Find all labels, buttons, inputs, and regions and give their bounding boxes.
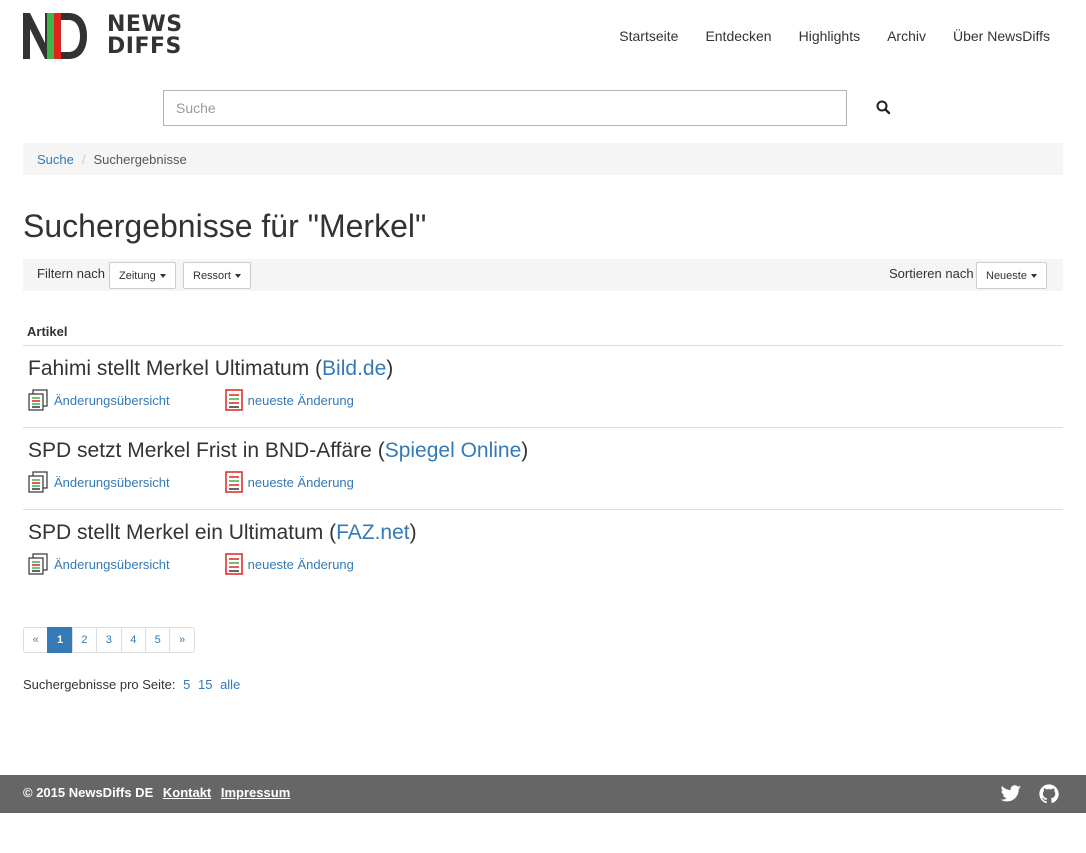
article-title: SPD stellt Merkel ein Ultimatum (FAZ.net… xyxy=(28,521,417,544)
change-overview-link[interactable]: Änderungsübersicht xyxy=(28,389,170,411)
caret-down-icon xyxy=(234,273,241,278)
nav-highlights[interactable]: Highlights xyxy=(799,28,860,44)
breadcrumb-suche[interactable]: Suche xyxy=(37,152,74,167)
article-source-link[interactable]: FAZ.net xyxy=(336,521,410,544)
sort-dropdown[interactable]: Neueste xyxy=(976,262,1047,289)
logo-text-diffs: DIFFS xyxy=(107,34,182,59)
pagination-prev[interactable]: « xyxy=(23,627,49,653)
caret-down-icon xyxy=(1030,273,1037,278)
documents-stack-icon xyxy=(28,389,48,411)
latest-change-link[interactable]: neueste Änderung xyxy=(224,471,354,493)
main-nav: Startseite Entdecken Highlights Archiv Ü… xyxy=(592,28,1050,44)
twitter-icon[interactable] xyxy=(1000,783,1022,805)
footer-link-impressum[interactable]: Impressum xyxy=(221,785,290,800)
search-input[interactable] xyxy=(163,90,847,126)
latest-change-link[interactable]: neueste Änderung xyxy=(224,553,354,575)
article-links: Änderungsübersicht neueste Änderung xyxy=(28,471,354,493)
logo-wordmark: NEWS DIFFS xyxy=(107,14,183,58)
nav-ueber-newsdiffs[interactable]: Über NewsDiffs xyxy=(953,28,1050,44)
article-title: Fahimi stellt Merkel Ultimatum (Bild.de) xyxy=(28,357,394,380)
newspaper-filter-dropdown[interactable]: Zeitung xyxy=(109,262,176,289)
search-icon[interactable] xyxy=(874,98,894,118)
document-red-icon xyxy=(224,471,243,493)
github-icon[interactable] xyxy=(1038,783,1060,805)
section-filter-label: Ressort xyxy=(193,269,231,282)
document-red-icon xyxy=(224,553,243,575)
nav-startseite[interactable]: Startseite xyxy=(619,28,678,44)
article-links: Änderungsübersicht neueste Änderung xyxy=(28,389,354,411)
latest-change-link[interactable]: neueste Änderung xyxy=(224,389,354,411)
row-divider xyxy=(23,427,1063,428)
pagination-page-4[interactable]: 4 xyxy=(120,627,146,653)
pagination-page-5[interactable]: 5 xyxy=(144,627,171,653)
change-overview-link[interactable]: Änderungsübersicht xyxy=(28,553,170,575)
article-title-text: Fahimi stellt Merkel Ultimatum xyxy=(28,357,310,380)
change-overview-label: Änderungsübersicht xyxy=(54,474,170,490)
pagination-next[interactable]: » xyxy=(169,627,195,653)
filter-bar: Filtern nach Zeitung Ressort Sortieren n… xyxy=(23,259,1063,291)
change-overview-label: Änderungsübersicht xyxy=(54,392,170,408)
results-per-page: Suchergebnisse pro Seite: 5 15 alle xyxy=(23,677,240,692)
pagination: « 1 2 3 4 5 » xyxy=(23,627,195,653)
caret-down-icon xyxy=(159,273,166,278)
per-page-option-alle[interactable]: alle xyxy=(220,677,240,692)
site-logo[interactable]: NEWS DIFFS xyxy=(23,13,183,59)
nav-entdecken[interactable]: Entdecken xyxy=(705,28,771,44)
sort-label: Sortieren nach xyxy=(889,266,974,281)
change-overview-label: Änderungsübersicht xyxy=(54,556,170,572)
header-divider xyxy=(23,345,1063,346)
documents-stack-icon xyxy=(28,553,48,575)
footer-copyright: © 2015 NewsDiffs DE Kontakt Impressum xyxy=(23,785,290,800)
per-page-option-5[interactable]: 5 xyxy=(183,677,190,692)
footer-link-kontakt[interactable]: Kontakt xyxy=(163,785,211,800)
pagination-page-3[interactable]: 3 xyxy=(96,627,122,653)
document-red-icon xyxy=(224,389,243,411)
row-divider xyxy=(23,509,1063,510)
article-source-link[interactable]: Spiegel Online xyxy=(385,439,522,462)
breadcrumb: Suche / Suchergebnisse xyxy=(23,143,1063,175)
breadcrumb-current: Suchergebnisse xyxy=(93,151,187,167)
column-header-artikel: Artikel xyxy=(27,324,68,339)
copyright-text: © 2015 NewsDiffs DE xyxy=(23,785,154,800)
latest-change-label: neueste Änderung xyxy=(247,392,354,408)
footer: © 2015 NewsDiffs DE Kontakt Impressum xyxy=(0,775,1086,813)
filter-label: Filtern nach xyxy=(37,266,105,281)
newsdiffs-logo-icon xyxy=(23,13,87,59)
section-filter-dropdown[interactable]: Ressort xyxy=(183,262,251,289)
article-title-text: SPD stellt Merkel ein Ultimatum xyxy=(28,521,324,544)
latest-change-label: neueste Änderung xyxy=(247,474,354,490)
article-source-link[interactable]: Bild.de xyxy=(322,357,386,380)
per-page-option-15[interactable]: 15 xyxy=(198,677,212,692)
documents-stack-icon xyxy=(28,471,48,493)
per-page-label: Suchergebnisse pro Seite: xyxy=(23,677,176,692)
page-title: Suchergebnisse für "Merkel" xyxy=(23,208,427,244)
newspaper-filter-label: Zeitung xyxy=(119,269,156,282)
article-links: Änderungsübersicht neueste Änderung xyxy=(28,553,354,575)
logo-text-news: NEWS xyxy=(107,12,183,37)
latest-change-label: neueste Änderung xyxy=(247,556,354,572)
article-title-text: SPD setzt Merkel Frist in BND-Affäre xyxy=(28,439,372,462)
change-overview-link[interactable]: Änderungsübersicht xyxy=(28,471,170,493)
sort-value: Neueste xyxy=(986,269,1027,282)
breadcrumb-separator: / xyxy=(81,151,86,167)
pagination-page-1[interactable]: 1 xyxy=(47,627,73,653)
article-title: SPD setzt Merkel Frist in BND-Affäre (Sp… xyxy=(28,439,529,462)
pagination-page-2[interactable]: 2 xyxy=(71,627,98,653)
nav-archiv[interactable]: Archiv xyxy=(887,28,926,44)
